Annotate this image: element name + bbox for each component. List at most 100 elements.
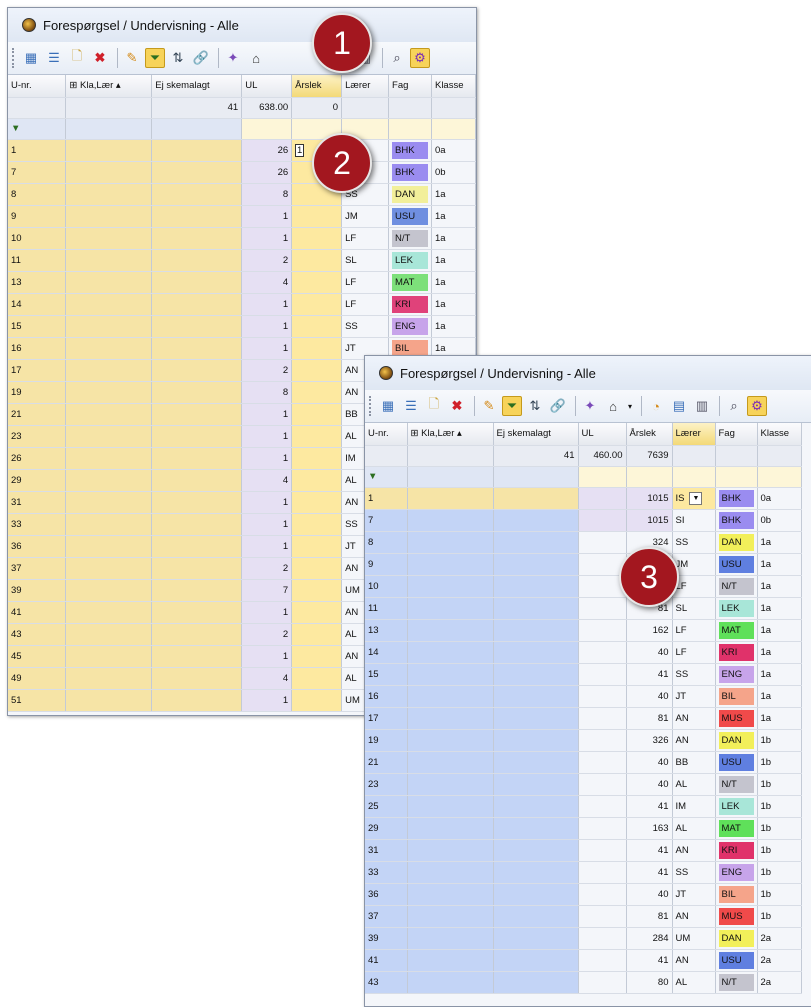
ej-skemalagt-cell[interactable] (493, 619, 579, 642)
table-row[interactable]: 7 26 BHK 0b (8, 161, 476, 184)
unr-cell[interactable]: 15 (365, 663, 408, 686)
kla-laer-cell[interactable] (407, 619, 494, 642)
ul-cell[interactable]: 8 (241, 381, 293, 404)
arslek-cell[interactable] (291, 381, 343, 404)
unr-cell[interactable]: 13 (365, 619, 408, 642)
ej-skemalagt-cell[interactable] (493, 509, 579, 532)
unr-cell[interactable]: 10 (365, 575, 408, 598)
laerer-cell[interactable]: BB (672, 751, 716, 774)
ej-skemalagt-cell[interactable] (493, 905, 579, 928)
table-row[interactable]: 13 162 LF MAT 1a (365, 619, 802, 642)
unr-cell[interactable]: 21 (8, 403, 67, 426)
laerer-cell[interactable]: UM (672, 927, 716, 950)
fag-cell[interactable]: MAT (715, 817, 758, 840)
kla-laer-cell[interactable] (65, 205, 153, 228)
laerer-cell[interactable]: AL (672, 817, 716, 840)
table-row[interactable]: 15 41 SS ENG 1a (365, 663, 802, 686)
edit-icon[interactable]: ✎ (122, 48, 142, 68)
fag-cell[interactable]: USU (715, 949, 758, 972)
col-header-fag[interactable]: Fag (388, 75, 432, 98)
unr-cell[interactable]: 41 (365, 949, 408, 972)
fag-cell[interactable]: N/T (388, 227, 432, 250)
fag-cell[interactable]: ENG (715, 663, 758, 686)
settings-icon[interactable]: ⚙ (410, 48, 430, 68)
arslek-cell[interactable] (291, 249, 343, 272)
table-row[interactable]: 19 326 AN DAN 1b (365, 729, 802, 752)
laerer-cell[interactable]: AL (672, 773, 716, 796)
unr-cell[interactable]: 31 (365, 839, 408, 862)
fag-cell[interactable]: BHK (388, 161, 432, 184)
fag-cell[interactable]: DAN (388, 183, 432, 206)
klasse-cell[interactable]: 1b (757, 773, 802, 796)
klasse-cell[interactable]: 1a (431, 271, 476, 294)
ej-skemalagt-cell[interactable] (493, 597, 579, 620)
table-row[interactable]: 1041LFN/T1a (365, 575, 802, 598)
klasse-cell[interactable]: 1a (757, 575, 802, 598)
laerer-cell[interactable]: JM (341, 205, 390, 228)
klasse-cell[interactable]: 2a (757, 949, 802, 972)
unr-cell[interactable]: 49 (8, 667, 67, 690)
ej-skemalagt-cell[interactable] (151, 645, 243, 668)
col-header-kla-laer[interactable]: ⊞ Kla,Lær ▴ (407, 423, 494, 446)
laerer-cell[interactable]: SS (672, 531, 716, 554)
ul-cell[interactable]: 1 (241, 601, 293, 624)
new-record-icon[interactable]: 🗋 (67, 48, 87, 68)
laerer-cell[interactable]: AN (672, 949, 716, 972)
kla-laer-cell[interactable] (407, 729, 494, 752)
ul-cell[interactable] (578, 531, 627, 554)
kla-laer-cell[interactable] (65, 425, 153, 448)
col-header-unr[interactable]: U-nr. (365, 423, 408, 446)
ej-skemalagt-cell[interactable] (151, 469, 243, 492)
ej-skemalagt-cell[interactable] (151, 161, 243, 184)
settings-icon[interactable]: ⚙ (747, 396, 767, 416)
unr-cell[interactable]: 15 (8, 315, 67, 338)
ul-cell[interactable] (578, 905, 627, 928)
ul-cell[interactable]: 1 (241, 689, 293, 712)
kla-laer-cell[interactable] (65, 293, 153, 316)
table-row[interactable]: 43 80 AL N/T 2a (365, 971, 802, 994)
table-row[interactable]: 33 41 SS ENG 1b (365, 861, 802, 884)
col-header-ul[interactable]: UL (241, 75, 293, 98)
klasse-cell[interactable]: 1a (431, 293, 476, 316)
arslek-cell[interactable] (291, 227, 343, 250)
grid-view-icon[interactable]: ▦ (378, 396, 398, 416)
unr-cell[interactable]: 45 (8, 645, 67, 668)
ej-skemalagt-cell[interactable] (151, 557, 243, 580)
ej-skemalagt-cell[interactable] (493, 839, 579, 862)
col-header-arslek[interactable]: Årslek (291, 75, 343, 98)
ej-skemalagt-cell[interactable] (493, 817, 579, 840)
ej-skemalagt-cell[interactable] (493, 487, 579, 510)
fag-cell[interactable]: USU (715, 751, 758, 774)
unr-cell[interactable]: 19 (8, 381, 67, 404)
ej-skemalagt-cell[interactable] (493, 663, 579, 686)
laerer-cell[interactable]: JT (672, 685, 716, 708)
kla-laer-cell[interactable] (407, 883, 494, 906)
ej-skemalagt-cell[interactable] (151, 293, 243, 316)
unr-cell[interactable]: 33 (8, 513, 67, 536)
wand-icon[interactable]: ✦ (580, 396, 600, 416)
unr-cell[interactable]: 39 (8, 579, 67, 602)
ej-skemalagt-cell[interactable] (151, 359, 243, 382)
kla-laer-cell[interactable] (65, 469, 153, 492)
table-row[interactable]: 41 41 AN USU 2a (365, 949, 802, 972)
kla-laer-cell[interactable] (407, 927, 494, 950)
kla-laer-cell[interactable] (407, 641, 494, 664)
table-row[interactable]: 17 81 AN MUS 1a (365, 707, 802, 730)
table-row[interactable]: 39 284 UM DAN 2a (365, 927, 802, 950)
table-row[interactable]: 8 324 SS DAN 1a (365, 531, 802, 554)
ul-cell[interactable] (578, 817, 627, 840)
fag-cell[interactable]: ENG (715, 861, 758, 884)
arslek-cell[interactable]: 41 (626, 839, 673, 862)
arslek-cell[interactable]: 162 (626, 619, 673, 642)
unr-cell[interactable]: 41 (8, 601, 67, 624)
unr-cell[interactable]: 29 (8, 469, 67, 492)
table-row[interactable]: 21 40 BB USU 1b (365, 751, 802, 774)
ej-skemalagt-cell[interactable] (151, 491, 243, 514)
ej-skemalagt-cell[interactable] (493, 861, 579, 884)
klasse-cell[interactable]: 1b (757, 729, 802, 752)
kla-laer-cell[interactable] (65, 689, 153, 712)
link-icon[interactable]: 🔗 (191, 48, 211, 68)
fag-cell[interactable]: USU (388, 205, 432, 228)
ej-skemalagt-cell[interactable] (493, 949, 579, 972)
klasse-cell[interactable]: 1a (757, 553, 802, 576)
